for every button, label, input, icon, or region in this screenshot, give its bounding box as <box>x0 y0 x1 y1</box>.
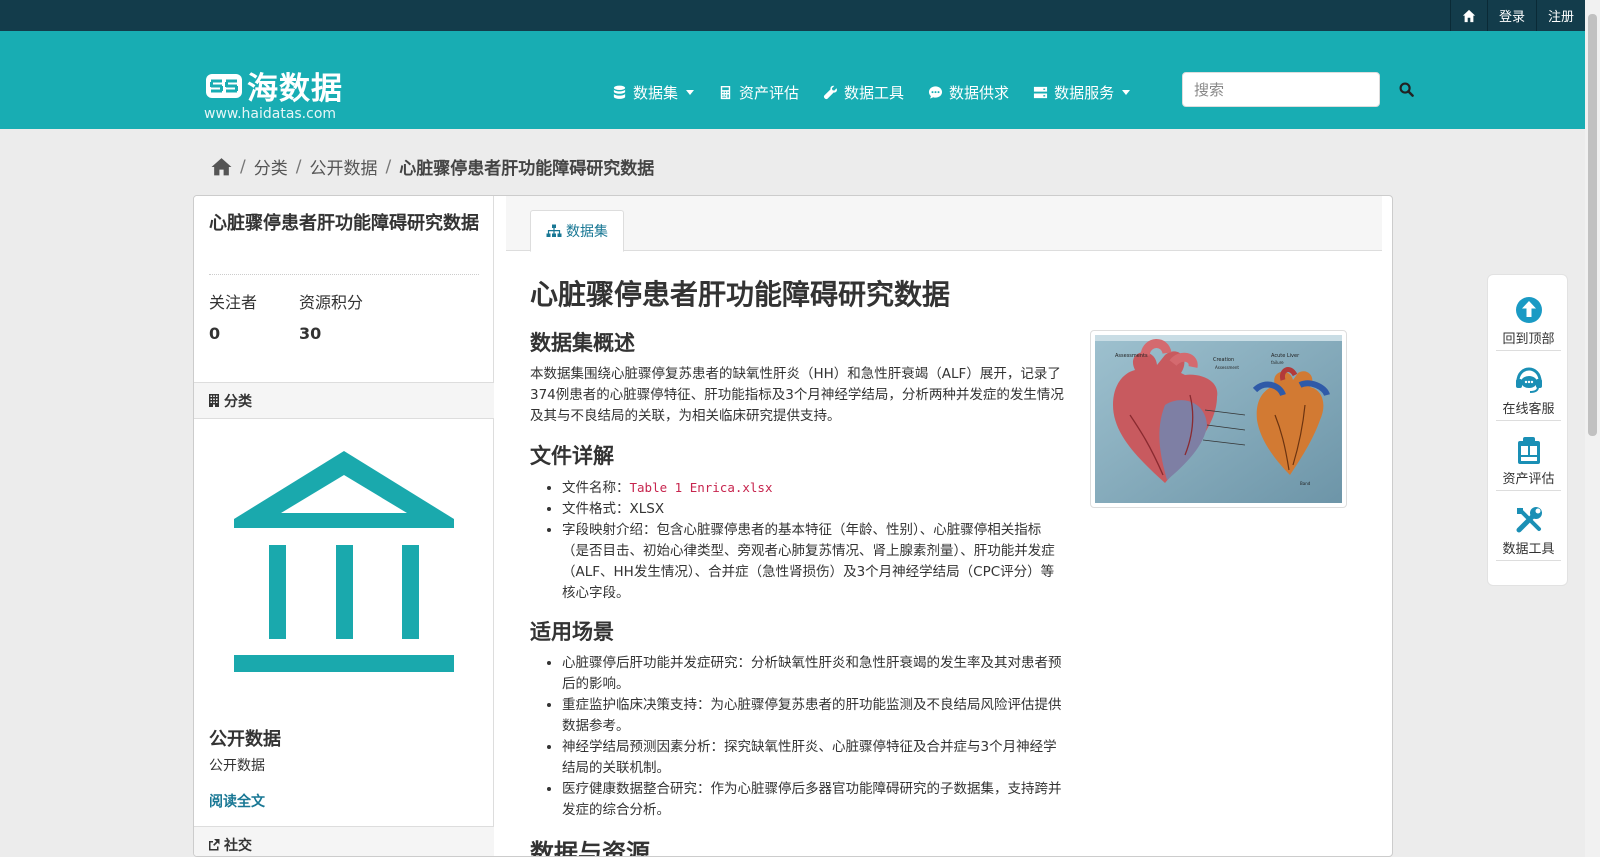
tab-datasets[interactable]: 数据集 <box>530 210 624 252</box>
building-icon <box>209 394 219 407</box>
search-box <box>1182 72 1414 107</box>
main-nav: 数据集 资产评估 数据工具 数据供求 数据服务 <box>612 77 1154 107</box>
sidebar-title: 心脏骤停患者肝功能障碍研究数据 <box>209 213 479 234</box>
institution-icon <box>234 451 454 672</box>
nav-assessment[interactable]: 资产评估 <box>718 82 799 103</box>
org-description: 公开数据 <box>209 758 265 774</box>
usage-list: 心脏骤停后肝功能并发症研究：分析缺氧性肝炎和急性肝衰竭的发生率及其对患者预后的影… <box>530 653 1066 821</box>
search-input[interactable] <box>1183 73 1399 106</box>
account-links: 登录 注册 <box>1449 0 1585 31</box>
asset-assessment-button[interactable]: 资产评估 <box>1496 431 1561 491</box>
dataset-thumbnail: Assessments Creation Assessment Acute Li… <box>1090 330 1347 508</box>
svg-text:Assessments: Assessments <box>1115 353 1148 359</box>
floating-toolbar: 回到顶部 在线客服 资产评估 数据工具 <box>1487 274 1568 586</box>
logo-url: www.haidatas.com <box>204 106 337 122</box>
page-title: 心脏骤停患者肝功能障碍研究数据 <box>530 278 951 311</box>
dataset-stats: 关注者 0 资源积分 30 <box>209 289 389 343</box>
vertical-scrollbar[interactable] <box>1585 0 1600 857</box>
sitemap-icon <box>546 224 562 237</box>
sidebar: 心脏骤停患者肝功能障碍研究数据 关注者 0 资源积分 30 分类 公开数据 公开… <box>194 196 494 856</box>
category-section-header: 分类 <box>194 382 494 419</box>
server-icon <box>1034 86 1048 98</box>
svg-text:Acute Liver: Acute Liver <box>1271 353 1300 359</box>
tools-icon <box>1516 507 1542 533</box>
divider <box>209 274 479 275</box>
social-section-header: 社交 <box>194 826 494 856</box>
search-icon <box>1399 82 1414 97</box>
breadcrumb: / 分类 / 公开数据 / 心脏骤停患者肝功能障碍研究数据 <box>211 154 654 179</box>
scrollbar-thumb[interactable] <box>1588 14 1597 436</box>
main-content: 数据集 心脏骤停患者肝功能障碍研究数据 数据集概述 本数据集围绕心脏骤停复苏患者… <box>506 196 1382 856</box>
svg-text:failure: failure <box>1271 360 1284 365</box>
tab-bar: 数据集 <box>506 196 1382 252</box>
online-service-button[interactable]: 在线客服 <box>1496 361 1561 421</box>
heart-illustration-image: Assessments Creation Assessment Acute Li… <box>1095 335 1342 503</box>
home-icon[interactable] <box>211 157 232 176</box>
top-bar: 登录 注册 <box>0 0 1585 31</box>
svg-text:Assessment: Assessment <box>1215 365 1239 370</box>
home-link[interactable] <box>1449 0 1487 31</box>
back-to-top-button[interactable]: 回到顶部 <box>1496 291 1561 351</box>
list-item: 字段映射介绍：包含心脏骤停患者的基本特征（年龄、性别）、心脏骤停相关指标（是否目… <box>562 520 1066 604</box>
site-header: 海数据 www.haidatas.com 数据集 资产评估 数据工具 数据供求 … <box>0 31 1585 129</box>
search-button[interactable] <box>1399 73 1414 106</box>
logo-mark-icon <box>206 73 242 98</box>
overview-text: 本数据集围绕心脏骤停复苏患者的缺氧性肝炎（HH）和急性肝衰竭（ALF）展开，记录… <box>530 366 1064 424</box>
nav-tools[interactable]: 数据工具 <box>823 82 904 103</box>
breadcrumb-public[interactable]: 公开数据 <box>309 154 377 179</box>
clipboard-icon <box>1517 437 1540 464</box>
wrench-icon <box>823 85 837 99</box>
database-icon <box>613 85 626 99</box>
list-item: 文件格式：XLSX <box>562 499 1066 520</box>
list-item: 心脏骤停后肝功能并发症研究：分析缺氧性肝炎和急性肝衰竭的发生率及其对患者预后的影… <box>562 653 1066 695</box>
list-item: 文件名称：Table 1 Enrica.xlsx <box>562 477 1066 499</box>
site-logo[interactable]: 海数据 <box>205 63 343 108</box>
data-tools-button[interactable]: 数据工具 <box>1496 501 1561 561</box>
followers-stat: 关注者 0 <box>209 293 258 343</box>
nav-datasets[interactable]: 数据集 <box>612 82 695 103</box>
file-heading: 文件详解 <box>530 444 614 468</box>
usage-heading: 适用场景 <box>530 620 614 644</box>
chat-bubble-icon <box>928 85 943 99</box>
nav-supply[interactable]: 数据供求 <box>928 82 1009 103</box>
svg-text:Creation: Creation <box>1213 357 1234 363</box>
main-wrapper: 心脏骤停患者肝功能障碍研究数据 关注者 0 资源积分 30 分类 公开数据 公开… <box>193 195 1393 857</box>
register-link[interactable]: 注册 <box>1535 0 1585 31</box>
share-icon <box>209 839 220 851</box>
points-stat: 资源积分 30 <box>299 293 364 343</box>
org-name: 公开数据 <box>209 729 281 750</box>
resources-heading: 数据与资源 <box>530 839 650 857</box>
file-detail-list: 文件名称：Table 1 Enrica.xlsx 文件格式：XLSX 字段映射介… <box>530 477 1066 604</box>
login-link[interactable]: 登录 <box>1486 0 1536 31</box>
arrow-up-circle-icon <box>1515 297 1542 323</box>
logo-name: 海数据 <box>247 71 343 107</box>
list-item: 重症监护临床决策支持：为心脏骤停复苏患者的肝功能监测及不良结局风险评估提供数据参… <box>562 695 1066 737</box>
list-item: 神经学结局预测因素分析：探究缺氧性肝炎、心脏骤停特征及合并症与3个月神经学结局的… <box>562 737 1066 779</box>
dataset-description: 数据集概述 本数据集围绕心脏骤停复苏患者的缺氧性肝炎（HH）和急性肝衰竭（ALF… <box>530 327 1066 857</box>
headset-icon <box>1515 367 1542 393</box>
caret-down-icon <box>686 89 695 95</box>
overview-heading: 数据集概述 <box>530 331 635 355</box>
calculator-icon <box>720 85 731 99</box>
file-name: Table 1 Enrica.xlsx <box>629 480 773 495</box>
breadcrumb-current[interactable]: 心脏骤停患者肝功能障碍研究数据 <box>399 154 654 179</box>
home-icon <box>1462 9 1476 22</box>
list-item: 医疗健康数据整合研究：作为心脏骤停后多器官功能障碍研究的子数据集，支持跨并发症的… <box>562 779 1066 821</box>
caret-down-icon <box>1122 89 1131 95</box>
breadcrumb-category[interactable]: 分类 <box>254 154 288 179</box>
nav-services[interactable]: 数据服务 <box>1033 82 1131 103</box>
svg-text:Band: Band <box>1300 481 1311 486</box>
read-more-link[interactable]: 阅读全文 <box>209 791 265 811</box>
